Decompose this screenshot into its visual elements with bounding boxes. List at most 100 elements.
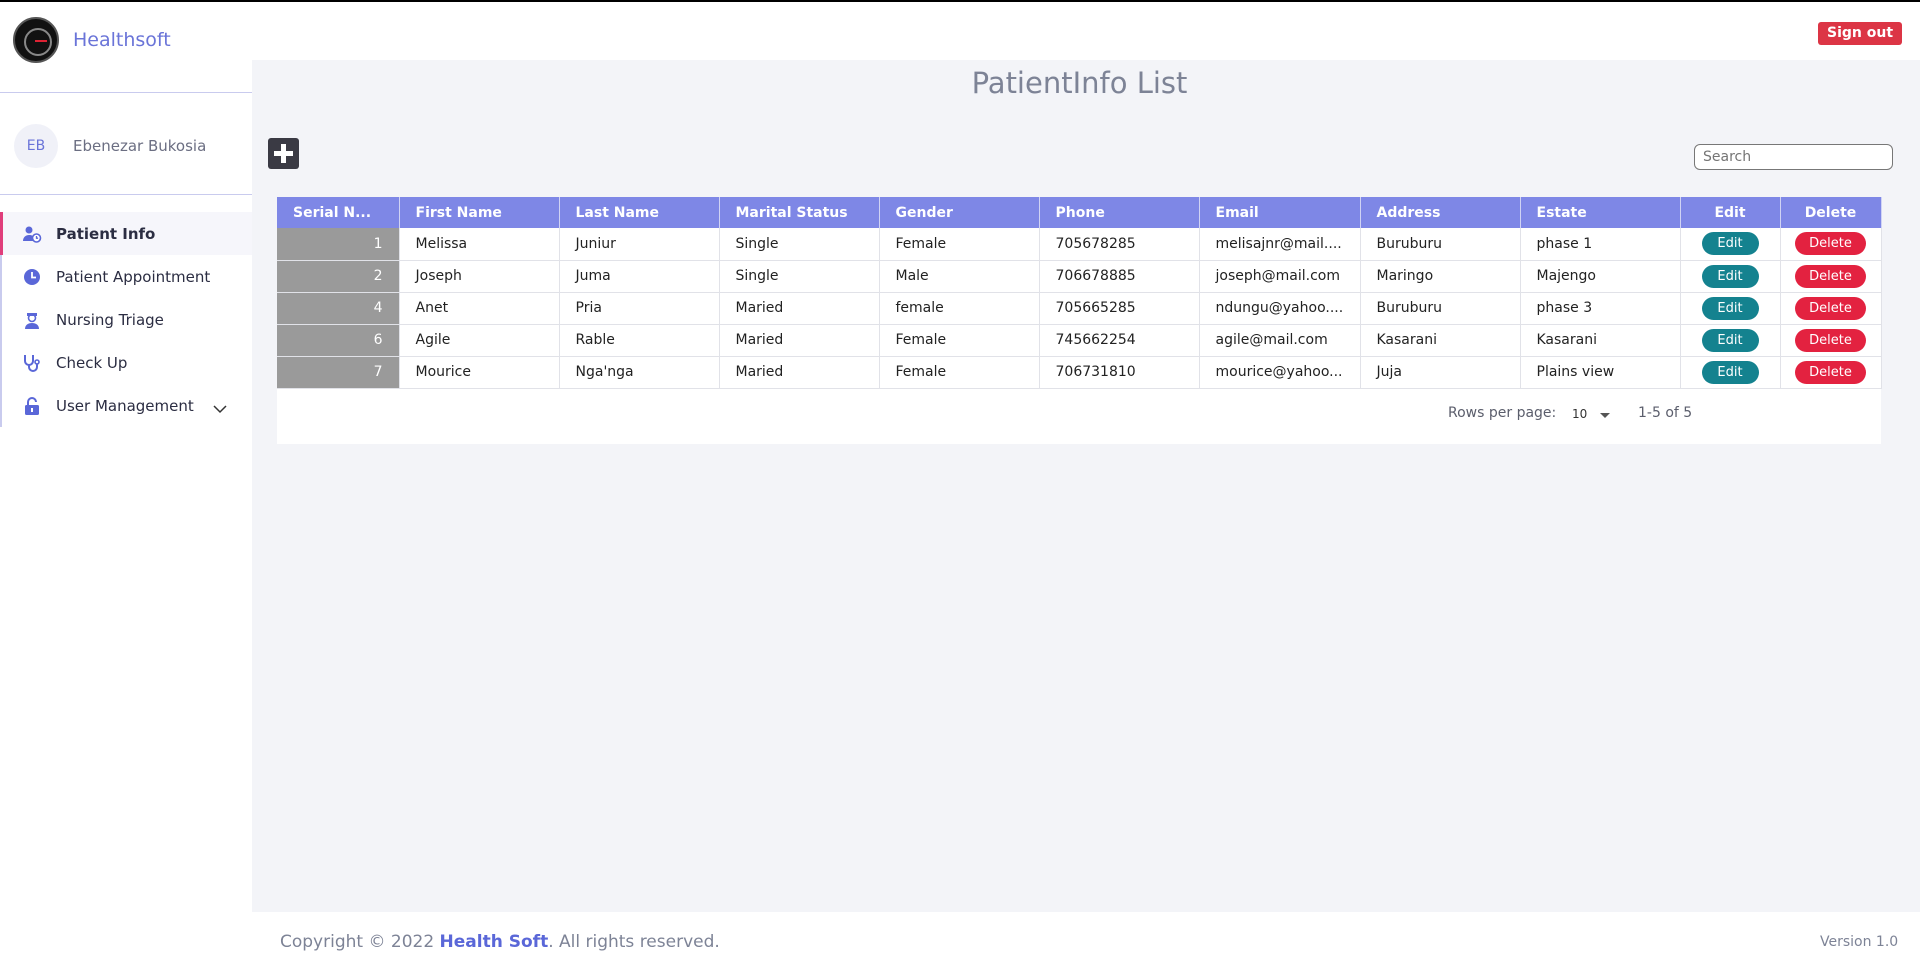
marital-status-cell: Single <box>719 260 880 293</box>
first-name-cell: Mourice <box>399 356 560 389</box>
rows-per-page-label: Rows per page: <box>1448 405 1557 421</box>
delete-cell: Delete <box>1780 356 1882 389</box>
edit-cell: Edit <box>1680 228 1781 261</box>
phone-cell: 706678885 <box>1039 260 1200 293</box>
col-header-edit: Edit <box>1680 197 1781 228</box>
edit-cell: Edit <box>1680 324 1781 357</box>
serial-cell: 2 <box>277 260 400 293</box>
address-cell: Buruburu <box>1360 228 1521 261</box>
edit-button[interactable]: Edit <box>1701 360 1759 384</box>
col-header-gender[interactable]: Gender <box>879 197 1040 228</box>
address-cell: Buruburu <box>1360 292 1521 325</box>
sidebar-nav: Patient Info Patient Appointment Nursing… <box>0 212 252 427</box>
lock-open-icon <box>22 396 42 416</box>
first-name-cell: Melissa <box>399 228 560 261</box>
edit-button[interactable]: Edit <box>1701 296 1759 320</box>
estate-cell: Plains view <box>1520 356 1681 389</box>
phone-cell: 705678285 <box>1039 228 1200 261</box>
table-row: 1 Melissa Juniur Single Female 705678285… <box>277 228 1882 261</box>
copyright-brand-link[interactable]: Health Soft <box>440 932 549 952</box>
email-cell: agile@mail.com <box>1199 324 1361 357</box>
sidebar-item-patient-appointment[interactable]: Patient Appointment <box>0 255 252 298</box>
phone-cell: 706731810 <box>1039 356 1200 389</box>
add-patient-button[interactable] <box>268 138 299 169</box>
delete-button[interactable]: Delete <box>1795 232 1866 256</box>
delete-button[interactable]: Delete <box>1795 264 1866 288</box>
marital-status-cell: Maried <box>719 324 880 357</box>
serial-cell: 6 <box>277 324 400 357</box>
estate-cell: Kasarani <box>1520 324 1681 357</box>
gender-cell: Female <box>879 324 1040 357</box>
stethoscope-icon <box>22 353 42 373</box>
last-name-cell: Juniur <box>559 228 720 261</box>
healthsoft-logo <box>13 17 59 63</box>
copyright-suffix: . All rights reserved. <box>548 932 720 952</box>
rows-per-page-select[interactable]: 10 <box>1572 407 1587 421</box>
divider <box>0 92 252 93</box>
col-header-first-name[interactable]: First Name <box>399 197 560 228</box>
sidebar-item-check-up[interactable]: Check Up <box>0 341 252 384</box>
col-header-marital-status[interactable]: Marital Status <box>719 197 880 228</box>
last-name-cell: Rable <box>559 324 720 357</box>
estate-cell: phase 3 <box>1520 292 1681 325</box>
sidebar-item-label: Nursing Triage <box>56 310 164 329</box>
serial-cell: 7 <box>277 356 400 389</box>
delete-button[interactable]: Delete <box>1795 360 1866 384</box>
col-header-last-name[interactable]: Last Name <box>559 197 720 228</box>
email-cell: joseph@mail.com <box>1199 260 1361 293</box>
pagination: Rows per page: 10 1-5 of 5 <box>277 405 1881 429</box>
col-header-estate[interactable]: Estate <box>1520 197 1681 228</box>
col-header-delete: Delete <box>1780 197 1882 228</box>
gender-cell: Male <box>879 260 1040 293</box>
col-header-serial[interactable]: Serial N... <box>277 197 400 228</box>
delete-cell: Delete <box>1780 292 1882 325</box>
gender-cell: Female <box>879 356 1040 389</box>
brand-name: Healthsoft <box>73 29 171 51</box>
marital-status-cell: Maried <box>719 356 880 389</box>
delete-button[interactable]: Delete <box>1795 328 1866 352</box>
version-label: Version 1.0 <box>1820 934 1899 950</box>
col-header-address[interactable]: Address <box>1360 197 1521 228</box>
user-name: Ebenezar Bukosia <box>73 137 207 155</box>
sidebar-item-label: Patient Appointment <box>56 267 211 286</box>
delete-cell: Delete <box>1780 260 1882 293</box>
table-row: 4 Anet Pria Maried female 705665285 ndun… <box>277 292 1882 325</box>
patient-table: Serial N... First Name Last Name Marital… <box>277 197 1882 389</box>
table-row: 6 Agile Rable Maried Female 745662254 ag… <box>277 324 1882 357</box>
sidebar-item-user-management[interactable]: User Management <box>0 384 252 427</box>
last-name-cell: Juma <box>559 260 720 293</box>
first-name-cell: Anet <box>399 292 560 325</box>
copyright-prefix: Copyright © 2022 <box>280 932 440 952</box>
search-input[interactable] <box>1694 144 1893 170</box>
pagination-range: 1-5 of 5 <box>1638 405 1693 421</box>
marital-status-cell: Maried <box>719 292 880 325</box>
gender-cell: Female <box>879 228 1040 261</box>
sidebar-item-nursing-triage[interactable]: Nursing Triage <box>0 298 252 341</box>
col-header-phone[interactable]: Phone <box>1039 197 1200 228</box>
user-clock-icon <box>22 224 42 244</box>
phone-cell: 705665285 <box>1039 292 1200 325</box>
avatar: EB <box>14 124 58 168</box>
address-cell: Maringo <box>1360 260 1521 293</box>
delete-button[interactable]: Delete <box>1795 296 1866 320</box>
email-cell: mourice@yahoo... <box>1199 356 1361 389</box>
table-row: 7 Mourice Nga'nga Maried Female 70673181… <box>277 356 1882 389</box>
address-cell: Juja <box>1360 356 1521 389</box>
edit-button[interactable]: Edit <box>1701 232 1759 256</box>
edit-button[interactable]: Edit <box>1701 328 1759 352</box>
edit-cell: Edit <box>1680 260 1781 293</box>
sign-out-button[interactable]: Sign out <box>1818 22 1903 45</box>
chevron-down-icon[interactable] <box>213 400 227 414</box>
serial-cell: 1 <box>277 228 400 261</box>
caret-down-icon[interactable] <box>1600 413 1610 418</box>
gender-cell: female <box>879 292 1040 325</box>
phone-cell: 745662254 <box>1039 324 1200 357</box>
serial-cell: 4 <box>277 292 400 325</box>
col-header-email[interactable]: Email <box>1199 197 1361 228</box>
estate-cell: phase 1 <box>1520 228 1681 261</box>
sidebar: EB Ebenezar Bukosia Patient Info Patient… <box>0 76 252 970</box>
sidebar-item-label: Patient Info <box>56 224 156 243</box>
edit-button[interactable]: Edit <box>1701 264 1759 288</box>
email-cell: ndungu@yahoo.... <box>1199 292 1361 325</box>
sidebar-item-patient-info[interactable]: Patient Info <box>0 212 252 255</box>
